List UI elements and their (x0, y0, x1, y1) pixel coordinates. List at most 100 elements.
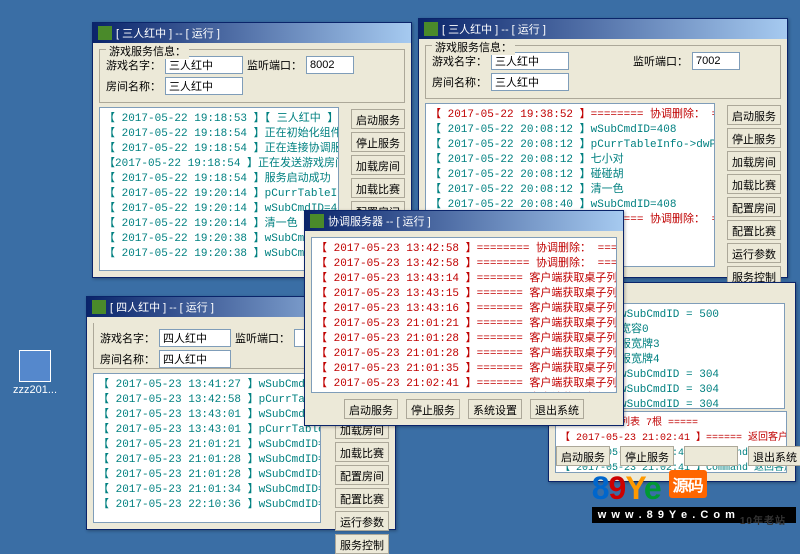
action-button[interactable]: 退出系统 (748, 446, 800, 466)
log-line: 【 2017-05-23 21:02:41 】====== 返回客户端桌子列表 … (560, 431, 782, 446)
log-line: 【 2017-05-22 20:08:12 】七小对 (430, 153, 710, 168)
log-line: 【 2017-05-22 19:20:38 】wSubCmdID=406 (104, 247, 334, 262)
action-button[interactable]: 启动服务 (351, 109, 405, 129)
action-button[interactable]: 停止服务 (620, 446, 674, 466)
window-title: 协调服务器 -- [ 运行 ] (328, 213, 618, 229)
titlebar[interactable]: [ 三人红中 ] -- [ 运行 ] (419, 19, 787, 39)
log-line: wSubCmdID = 500 (620, 308, 780, 323)
log-line: 【2017-05-22 19:18:54 】正在发送游戏房间注册信息... (104, 157, 334, 172)
log-line: 【 2017-05-22 19:20:14 】wSubCmdID=408 (104, 202, 334, 217)
action-button[interactable]: 配置房间 (335, 465, 389, 485)
log-line: 报宽牌4 (620, 353, 780, 368)
room-name-input[interactable] (159, 350, 231, 368)
action-button[interactable]: 配置比赛 (727, 220, 781, 240)
name-label: 游戏名字： (432, 53, 487, 69)
log-line: 【 2017-05-23 21:01:34 】wSubCmdID=402 (98, 483, 316, 498)
titlebar[interactable]: [ 三人红中 ] -- [ 运行 ] (93, 23, 411, 43)
log-line: 【 2017-05-23 22:10:36 】wSubCmdID=402 (98, 498, 316, 513)
action-button[interactable]: 加载房间 (727, 151, 781, 171)
window-title: [ 三人红中 ] -- [ 运行 ] (116, 25, 406, 41)
log-line: 【 2017-05-23 13:42:58 】======== 协调删除： ==… (316, 242, 612, 257)
log-line: 【 2017-05-23 21:01:28 】======= 客户端获取桌子列表… (316, 347, 612, 362)
log-line: 【 2017-05-23 13:43:01 】wSubCmdID=402 (98, 408, 316, 423)
action-button[interactable]: 停止服务 (351, 132, 405, 152)
room-label: 房间名称： (432, 74, 487, 90)
action-button[interactable]: 系统设置 (468, 399, 522, 419)
log-line: 【 2017-05-22 19:20:14 】pCurrTableInfo->d… (104, 187, 334, 202)
log-line: 【 2017-05-22 20:08:12 】碰碰胡 (430, 168, 710, 183)
port-input[interactable] (692, 52, 740, 70)
action-button[interactable]: 运行参数 (727, 243, 781, 263)
log-output: 【 2017-05-22 19:18:53 】【 三人红中 】房间参数加载成功【… (99, 107, 339, 271)
log-line: wSubCmdID = 304 (620, 383, 780, 398)
action-button[interactable]: 启动服务 (344, 399, 398, 419)
action-button[interactable]: 配置比赛 (335, 488, 389, 508)
name-label: 游戏名字： (106, 57, 161, 73)
app-icon (310, 214, 324, 228)
action-button[interactable]: 启动服务 (727, 105, 781, 125)
log-line: 【 2017-05-23 13:43:14 】======= 客户端获取桌子列表… (316, 272, 612, 287)
watermark-logo: 89Ye 源码 w w w . 8 9 Y e . C o m10年老站 (592, 470, 796, 530)
action-button[interactable]: 加载比赛 (335, 442, 389, 462)
action-button[interactable]: 停止服务 (727, 128, 781, 148)
app-icon (98, 26, 112, 40)
action-button[interactable]: 服务控制 (335, 534, 389, 554)
log-line: 【 2017-05-23 13:43:16 】======= 客户端获取桌子列表… (316, 302, 612, 317)
log-line: 【 2017-05-23 21:01:28 】wSubCmdID=402 (98, 468, 316, 483)
titlebar[interactable]: 协调服务器 -- [ 运行 ] (305, 211, 623, 231)
log-line: 宽容0 (620, 323, 780, 338)
window-title: [ 三人红中 ] -- [ 运行 ] (442, 21, 782, 37)
port-label: 监听端口： (633, 53, 688, 69)
log-line: 【 2017-05-22 19:18:54 】正在初始化组件... (104, 127, 334, 142)
log-line: 【 2017-05-22 19:38:52 】======== 协调删除： ==… (430, 108, 710, 123)
log-line: 【 2017-05-23 13:41:27 】wSubCmdID=402 (98, 378, 316, 393)
log-line: 报宽牌3 (620, 338, 780, 353)
action-button[interactable]: 停止服务 (406, 399, 460, 419)
log-line: 【 2017-05-22 20:08:12 】wSubCmdID=408 (430, 123, 710, 138)
game-name-input[interactable] (159, 329, 231, 347)
log-output: wSubCmdID = 500宽容0报宽牌3报宽牌4wSubCmdID = 30… (615, 303, 785, 409)
action-button[interactable] (684, 446, 738, 466)
app-icon (424, 22, 438, 36)
log-line: 【 2017-05-22 19:18:54 】正在连接协调服务器 [ 61.15… (104, 142, 334, 157)
log-line: 【 2017-05-22 19:18:54 】服务启动成功 (104, 172, 334, 187)
port-label: 监听端口： (247, 57, 302, 73)
log-line: wSubCmdID = 304 (620, 398, 780, 409)
log-line: 【 2017-05-23 21:01:28 】wSubCmdID=402 (98, 453, 316, 468)
log-line: 【 2017-05-23 21:02:41 】======= 客户端获取桌子列表… (316, 377, 612, 392)
port-label: 监听端口： (235, 330, 290, 346)
action-button[interactable]: 加载比赛 (727, 174, 781, 194)
room-name-input[interactable] (165, 77, 243, 95)
log-line: 【 2017-05-22 20:08:12 】pCurrTableInfo->d… (430, 138, 710, 153)
log-line: wSubCmdID = 304 (620, 368, 780, 383)
window-coordinator: 协调服务器 -- [ 运行 ] 【 2017-05-23 13:42:58 】=… (304, 210, 624, 426)
action-button[interactable]: 加载房间 (351, 155, 405, 175)
action-button[interactable]: 退出系统 (530, 399, 584, 419)
room-name-input[interactable] (491, 73, 569, 91)
log-line: 【 2017-05-23 13:42:58 】pCurrTableInfo->d… (98, 393, 316, 408)
app-icon (92, 300, 106, 314)
log-line: 【 2017-05-23 13:42:58 】======== 协调删除： ==… (316, 257, 612, 272)
room-label: 房间名称： (100, 351, 155, 367)
desktop-icon-label: zzz201... (10, 384, 60, 396)
action-button[interactable]: 加载比赛 (351, 178, 405, 198)
log-line: 【 2017-05-23 21:01:21 】wSubCmdID=402 (98, 438, 316, 453)
log-line: 【 2017-05-23 13:43:15 】======= 客户端获取桌子列表… (316, 287, 612, 302)
action-button[interactable]: 运行参数 (335, 511, 389, 531)
name-label: 游戏名字： (100, 330, 155, 346)
desktop-shortcut[interactable]: zzz201... (10, 350, 60, 396)
log-line: 【 2017-05-23 21:01:21 】======= 客户端获取桌子列表… (316, 317, 612, 332)
log-output: 【 2017-05-23 13:42:58 】======== 协调删除： ==… (311, 237, 617, 393)
log-line: 【 2017-05-22 19:20:14 】清一色 (104, 217, 334, 232)
group-label: 游戏服务信息： (106, 43, 189, 59)
action-button[interactable]: 配置房间 (727, 197, 781, 217)
log-line: 【 2017-05-22 20:08:12 】清一色 (430, 183, 710, 198)
log-line: 【 2017-05-22 19:20:38 】wSubCmdID=408 (104, 232, 334, 247)
log-line: 【 2017-05-23 21:01:28 】======= 客户端获取桌子列表… (316, 332, 612, 347)
app-icon (19, 350, 51, 382)
port-input[interactable] (306, 56, 354, 74)
log-output: 【 2017-05-23 13:41:27 】wSubCmdID=402【 20… (93, 373, 321, 523)
group-label: 游戏服务信息： (432, 39, 515, 55)
log-line: 【 2017-05-23 13:43:01 】pCurrTableInfo->d… (98, 423, 316, 438)
action-button[interactable]: 启动服务 (556, 446, 610, 466)
